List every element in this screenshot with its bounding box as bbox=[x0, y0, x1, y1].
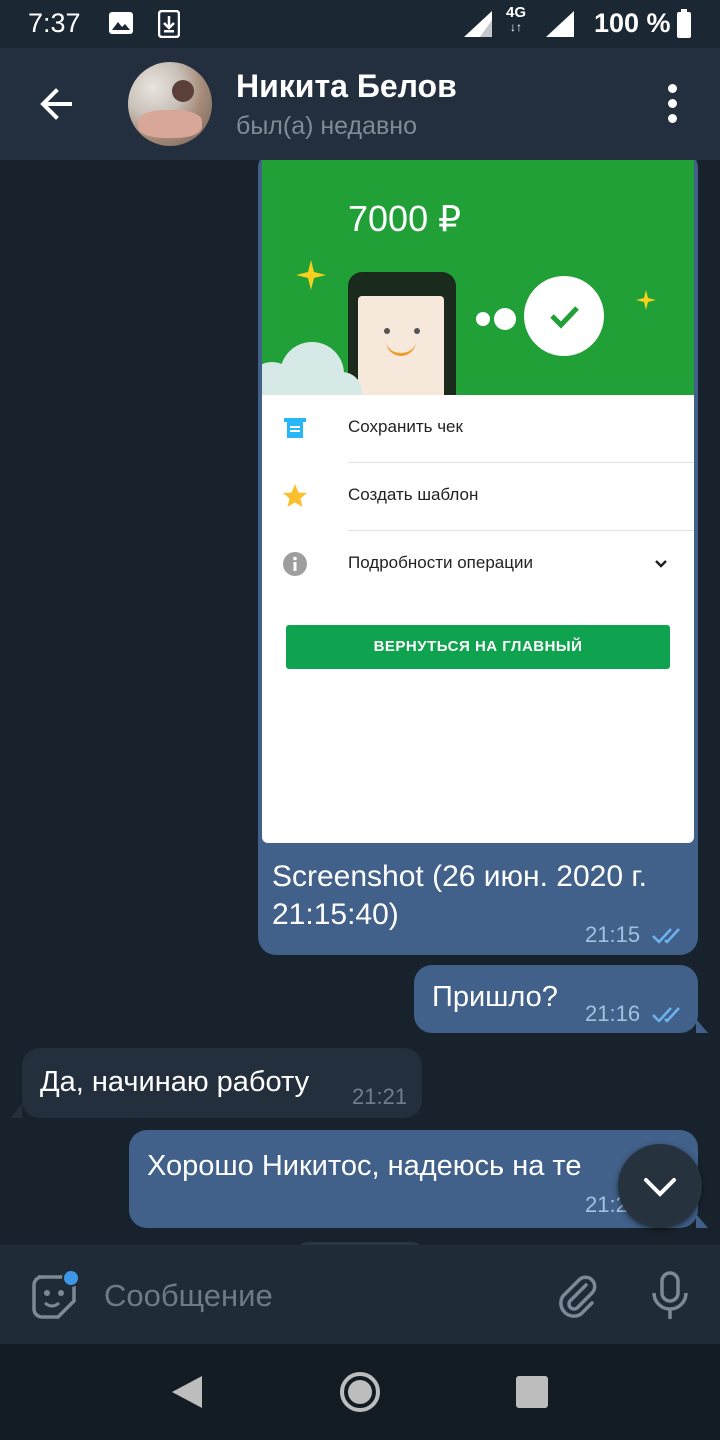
message-bubble[interactable]: Хорошо Никитос, надеюсь на те 21:2 bbox=[129, 1130, 698, 1228]
microphone-icon[interactable] bbox=[646, 1269, 694, 1321]
info-icon bbox=[283, 552, 307, 576]
cloud-illustration bbox=[262, 342, 362, 395]
nav-back-icon[interactable] bbox=[170, 1374, 204, 1410]
message-input[interactable] bbox=[104, 1275, 524, 1317]
phone-illustration bbox=[348, 272, 456, 395]
download-notification-icon bbox=[158, 10, 180, 38]
return-home-button[interactable]: ВЕРНУТЬСЯ НА ГЛАВНЫЙ bbox=[286, 625, 670, 669]
payment-success-banner: 7000 ₽ bbox=[262, 160, 694, 395]
sparkle-icon bbox=[296, 260, 326, 290]
back-arrow-icon[interactable] bbox=[30, 78, 82, 130]
bubble-tail bbox=[696, 1019, 708, 1033]
sparkle-small-icon bbox=[636, 290, 656, 310]
network-type: 4G ↓↑ bbox=[506, 4, 527, 34]
message-bubble[interactable]: Да, начинаю работу 21:21 bbox=[22, 1048, 422, 1118]
star-icon bbox=[283, 484, 307, 507]
battery-percent: 100 % bbox=[594, 8, 671, 38]
status-time: 7:37 bbox=[28, 8, 81, 38]
more-options-icon[interactable] bbox=[658, 84, 686, 128]
contact-name[interactable]: Никита Белов bbox=[236, 68, 457, 105]
contact-status: был(а) недавно bbox=[236, 112, 418, 140]
contact-avatar[interactable] bbox=[128, 62, 212, 146]
create-template-label: Создать шаблон bbox=[348, 485, 479, 504]
signal-icon-2 bbox=[546, 11, 574, 37]
receipt-icon bbox=[284, 418, 306, 438]
message-meta: 21:15 bbox=[585, 922, 686, 948]
network-type-label: 4G bbox=[506, 4, 527, 21]
message-text: Хорошо Никитос, надеюсь на те bbox=[147, 1150, 582, 1182]
chevron-down-icon bbox=[655, 560, 667, 568]
gallery-notification-icon bbox=[109, 12, 133, 34]
signal-icon-1 bbox=[464, 11, 492, 37]
operation-details-row[interactable]: Подробности операции bbox=[262, 531, 694, 599]
message-time: 21:21 bbox=[352, 1084, 408, 1109]
message-time: 21:15 bbox=[585, 922, 641, 947]
bubble-tail bbox=[10, 1104, 22, 1118]
create-template-row[interactable]: Создать шаблон bbox=[262, 463, 694, 531]
system-nav-bar bbox=[0, 1344, 720, 1440]
screenshot-image[interactable]: 7000 ₽ Сохранить чек Создать шаблон Подр… bbox=[262, 160, 694, 843]
chat-area[interactable]: 7000 ₽ Сохранить чек Создать шаблон Подр… bbox=[0, 160, 720, 1245]
chat-header: Никита Белов был(а) недавно bbox=[0, 48, 720, 160]
nav-recents-icon[interactable] bbox=[516, 1376, 548, 1408]
nav-home-icon[interactable] bbox=[340, 1372, 380, 1412]
save-receipt-row[interactable]: Сохранить чек bbox=[262, 395, 694, 463]
message-input-bar bbox=[0, 1245, 720, 1344]
operation-details-label: Подробности операции bbox=[348, 553, 533, 572]
battery-icon bbox=[677, 9, 691, 38]
read-checkmarks-icon bbox=[652, 1007, 681, 1023]
chevron-down-icon bbox=[644, 1178, 676, 1197]
notification-dot bbox=[62, 1269, 80, 1287]
payment-amount: 7000 ₽ bbox=[348, 198, 461, 239]
message-meta: 21:16 bbox=[585, 1001, 686, 1027]
attach-paperclip-icon[interactable] bbox=[552, 1271, 600, 1319]
message-bubble[interactable]: Пришло? 21:16 bbox=[414, 965, 698, 1033]
message-text: Пришло? bbox=[432, 981, 558, 1013]
image-message[interactable]: 7000 ₽ Сохранить чек Создать шаблон Подр… bbox=[258, 160, 698, 955]
scroll-down-button[interactable] bbox=[618, 1144, 702, 1228]
data-arrows-icon: ↓↑ bbox=[510, 20, 522, 34]
message-time: 21:16 bbox=[585, 1001, 641, 1026]
status-bar: 7:37 4G ↓↑ 100 % bbox=[0, 0, 720, 48]
message-text: Да, начинаю работу bbox=[40, 1066, 310, 1098]
success-check-icon bbox=[524, 276, 604, 356]
save-receipt-label: Сохранить чек bbox=[348, 417, 463, 436]
read-checkmarks-icon bbox=[652, 928, 681, 944]
